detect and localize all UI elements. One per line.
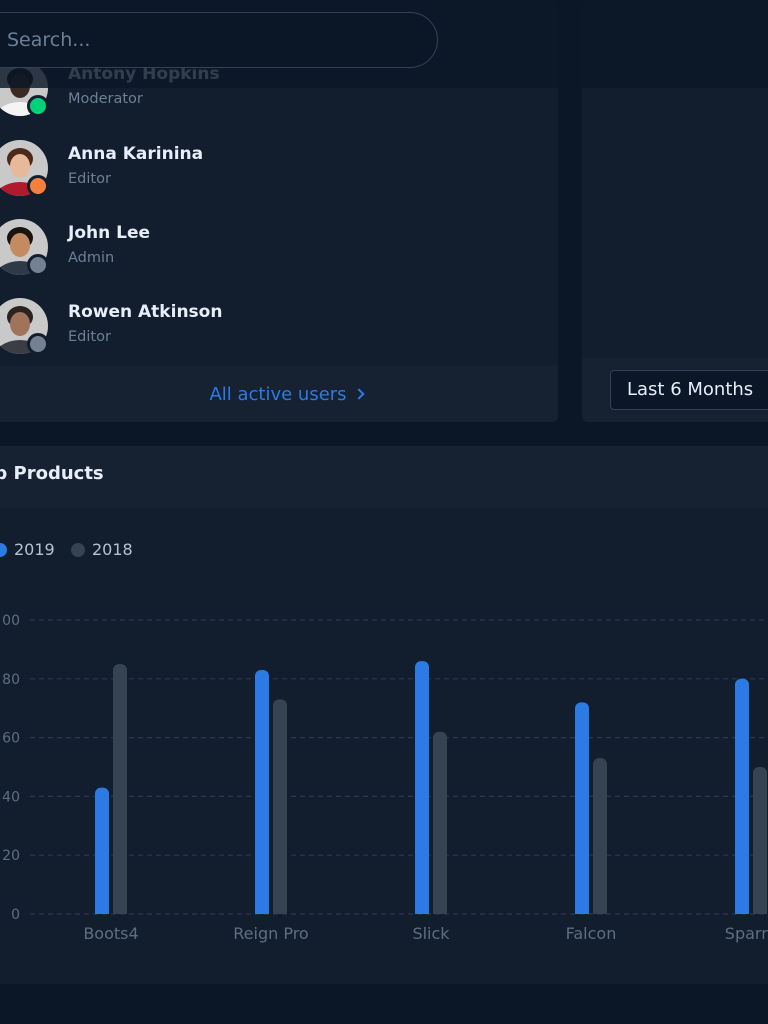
x-tick-label: Reign Pro xyxy=(233,924,308,943)
user-role: Editor xyxy=(68,171,111,187)
period-select[interactable]: Last 6 Months xyxy=(610,370,768,410)
bar-2019-falcon xyxy=(575,702,589,914)
y-tick-label: 00 xyxy=(2,613,20,629)
bar-2018-slick xyxy=(433,731,447,914)
legend-item-2019[interactable]: 2019 xyxy=(0,540,55,559)
legend-dot-2018 xyxy=(71,542,85,557)
legend-dot-2019 xyxy=(0,542,7,557)
legend-label-2018: 2018 xyxy=(92,540,133,559)
avatar[interactable] xyxy=(0,140,49,197)
bar-base xyxy=(113,908,127,914)
bar-2019-boots4 xyxy=(95,787,109,914)
y-tick-label: 80 xyxy=(2,672,20,688)
x-tick-label: Sparro xyxy=(725,924,768,943)
user-name[interactable]: Anna Karinina xyxy=(68,144,203,164)
bar-2018-reign-pro xyxy=(273,699,287,914)
legend-item-2018[interactable]: 2018 xyxy=(71,540,133,559)
user-row[interactable]: John Lee Admin xyxy=(0,219,558,279)
top-navbar xyxy=(0,0,768,88)
bar-base xyxy=(753,908,767,914)
bar-2018-falcon xyxy=(593,758,607,914)
bar-base xyxy=(593,908,607,914)
user-name[interactable]: John Lee xyxy=(68,223,150,243)
x-tick-label: Boots4 xyxy=(83,924,138,943)
users-card-footer: All active users xyxy=(0,366,558,422)
top-products-card: op Products 02040608000Boots4Reign ProSl… xyxy=(0,446,768,984)
bar-base xyxy=(735,908,749,914)
avatar[interactable] xyxy=(0,298,49,355)
chevron-right-icon xyxy=(352,388,365,400)
bar-2019-reign-pro xyxy=(255,669,269,914)
y-tick-label: 0 xyxy=(11,907,20,923)
revenue-card-footer: Last 6 Months xyxy=(582,358,768,422)
avatar[interactable] xyxy=(0,219,49,276)
all-active-users-link[interactable]: All active users xyxy=(209,383,365,405)
user-role: Editor xyxy=(68,329,111,345)
search-input[interactable] xyxy=(7,13,407,67)
user-role: Admin xyxy=(68,250,115,266)
x-tick-label: Slick xyxy=(412,924,450,943)
user-row[interactable]: Rowen Atkinson Editor xyxy=(0,298,558,358)
bar-2019-slick xyxy=(415,661,429,914)
all-active-users-label: All active users xyxy=(209,383,347,405)
bar-base xyxy=(95,908,109,914)
status-indicator xyxy=(27,333,49,355)
bar-2019-sparro xyxy=(735,678,749,914)
search-box[interactable] xyxy=(0,12,438,68)
status-indicator xyxy=(27,254,49,276)
y-tick-label: 40 xyxy=(2,789,20,805)
bar-base xyxy=(575,908,589,914)
legend-label-2019: 2019 xyxy=(14,540,55,559)
bar-base xyxy=(273,908,287,914)
bar-base xyxy=(255,908,269,914)
bar-base xyxy=(433,908,447,914)
bar-base xyxy=(415,908,429,914)
user-role: Moderator xyxy=(68,91,143,107)
bar-2018-boots4 xyxy=(113,664,127,914)
status-indicator xyxy=(27,175,49,197)
bar-2018-sparro xyxy=(753,767,767,914)
y-tick-label: 20 xyxy=(2,848,20,864)
user-name[interactable]: Rowen Atkinson xyxy=(68,302,222,322)
status-indicator xyxy=(27,95,49,117)
y-tick-label: 60 xyxy=(2,731,20,747)
x-tick-label: Falcon xyxy=(566,924,617,943)
page-bottom xyxy=(0,984,768,1024)
user-row[interactable]: Anna Karinina Editor xyxy=(0,140,558,200)
top-products-chart: 0 20 40 60 80 00 Boots4 Reign Pro Slick Falcon Spa… xyxy=(2,613,768,943)
